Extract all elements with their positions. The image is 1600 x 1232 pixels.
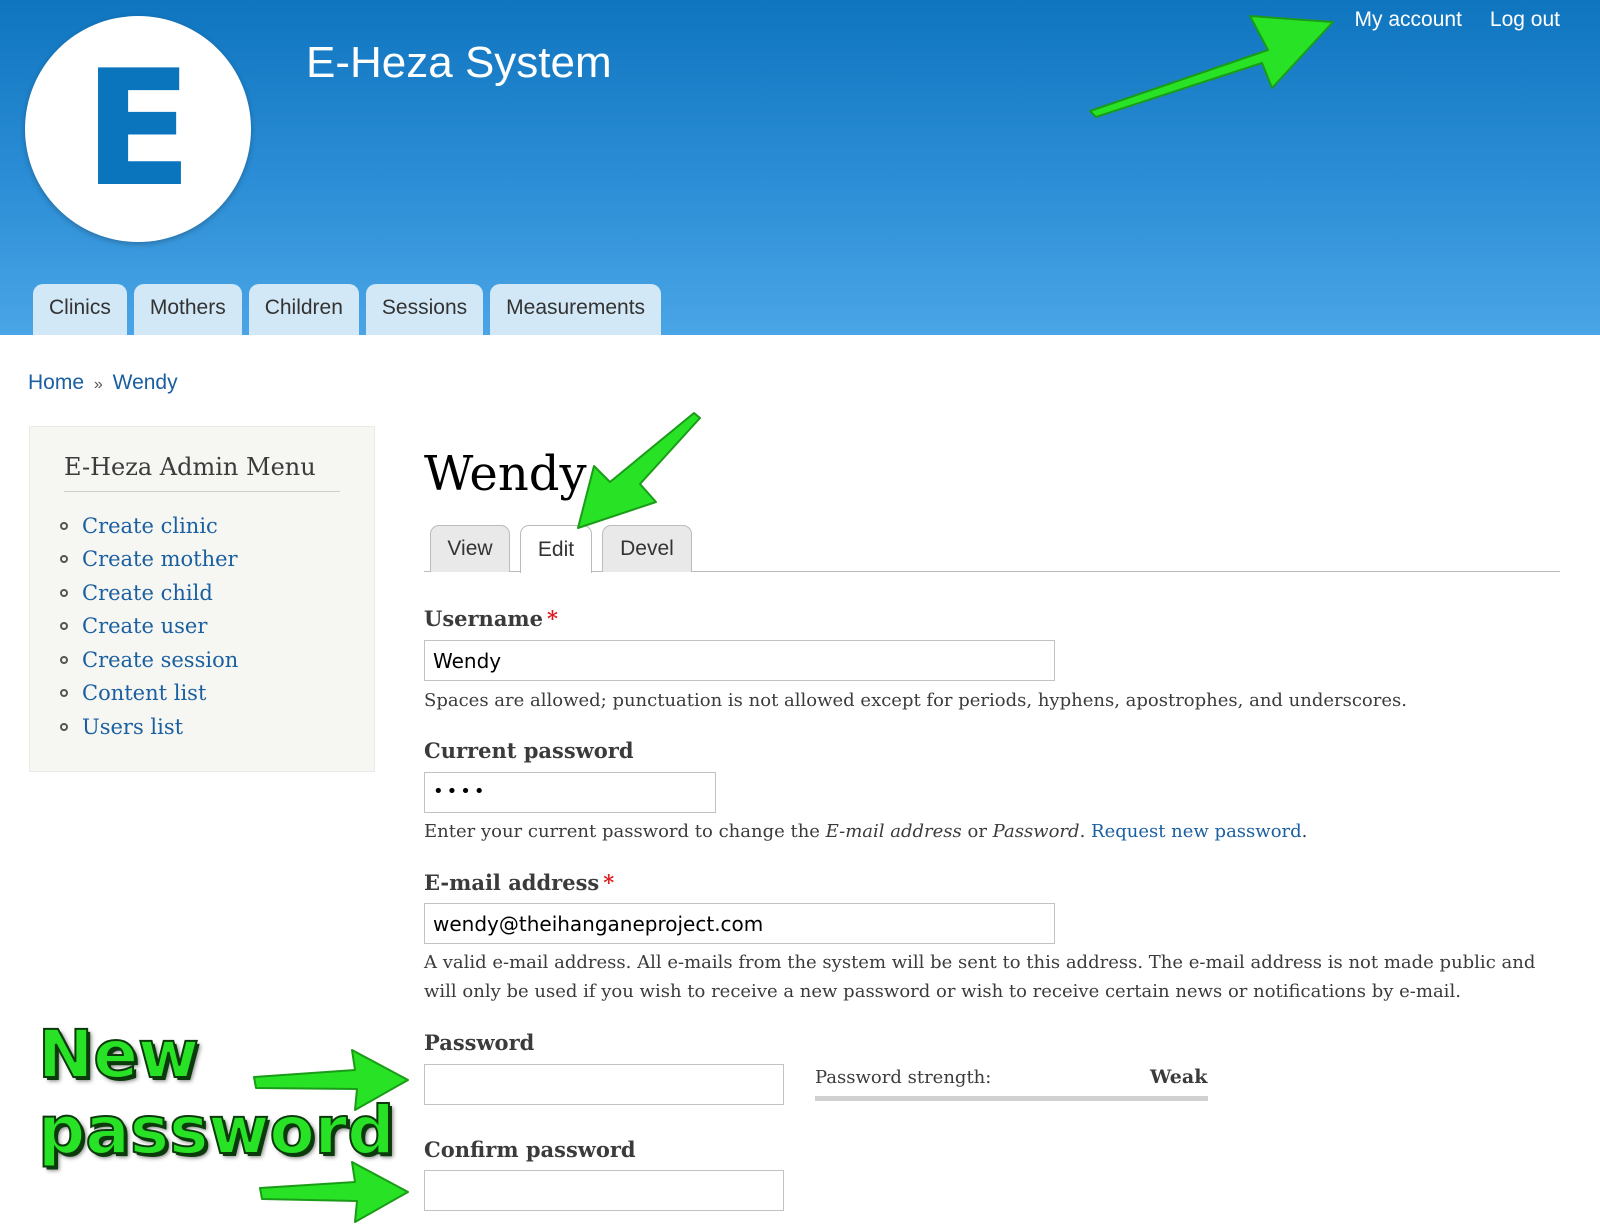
arrow-password-icon <box>253 1049 409 1111</box>
arrow-edit-tab-icon <box>577 412 701 529</box>
arrow-my-account-icon <box>1089 15 1334 118</box>
arrow-confirm-password-icon <box>259 1161 409 1223</box>
annotation-arrows <box>253 15 1334 1223</box>
